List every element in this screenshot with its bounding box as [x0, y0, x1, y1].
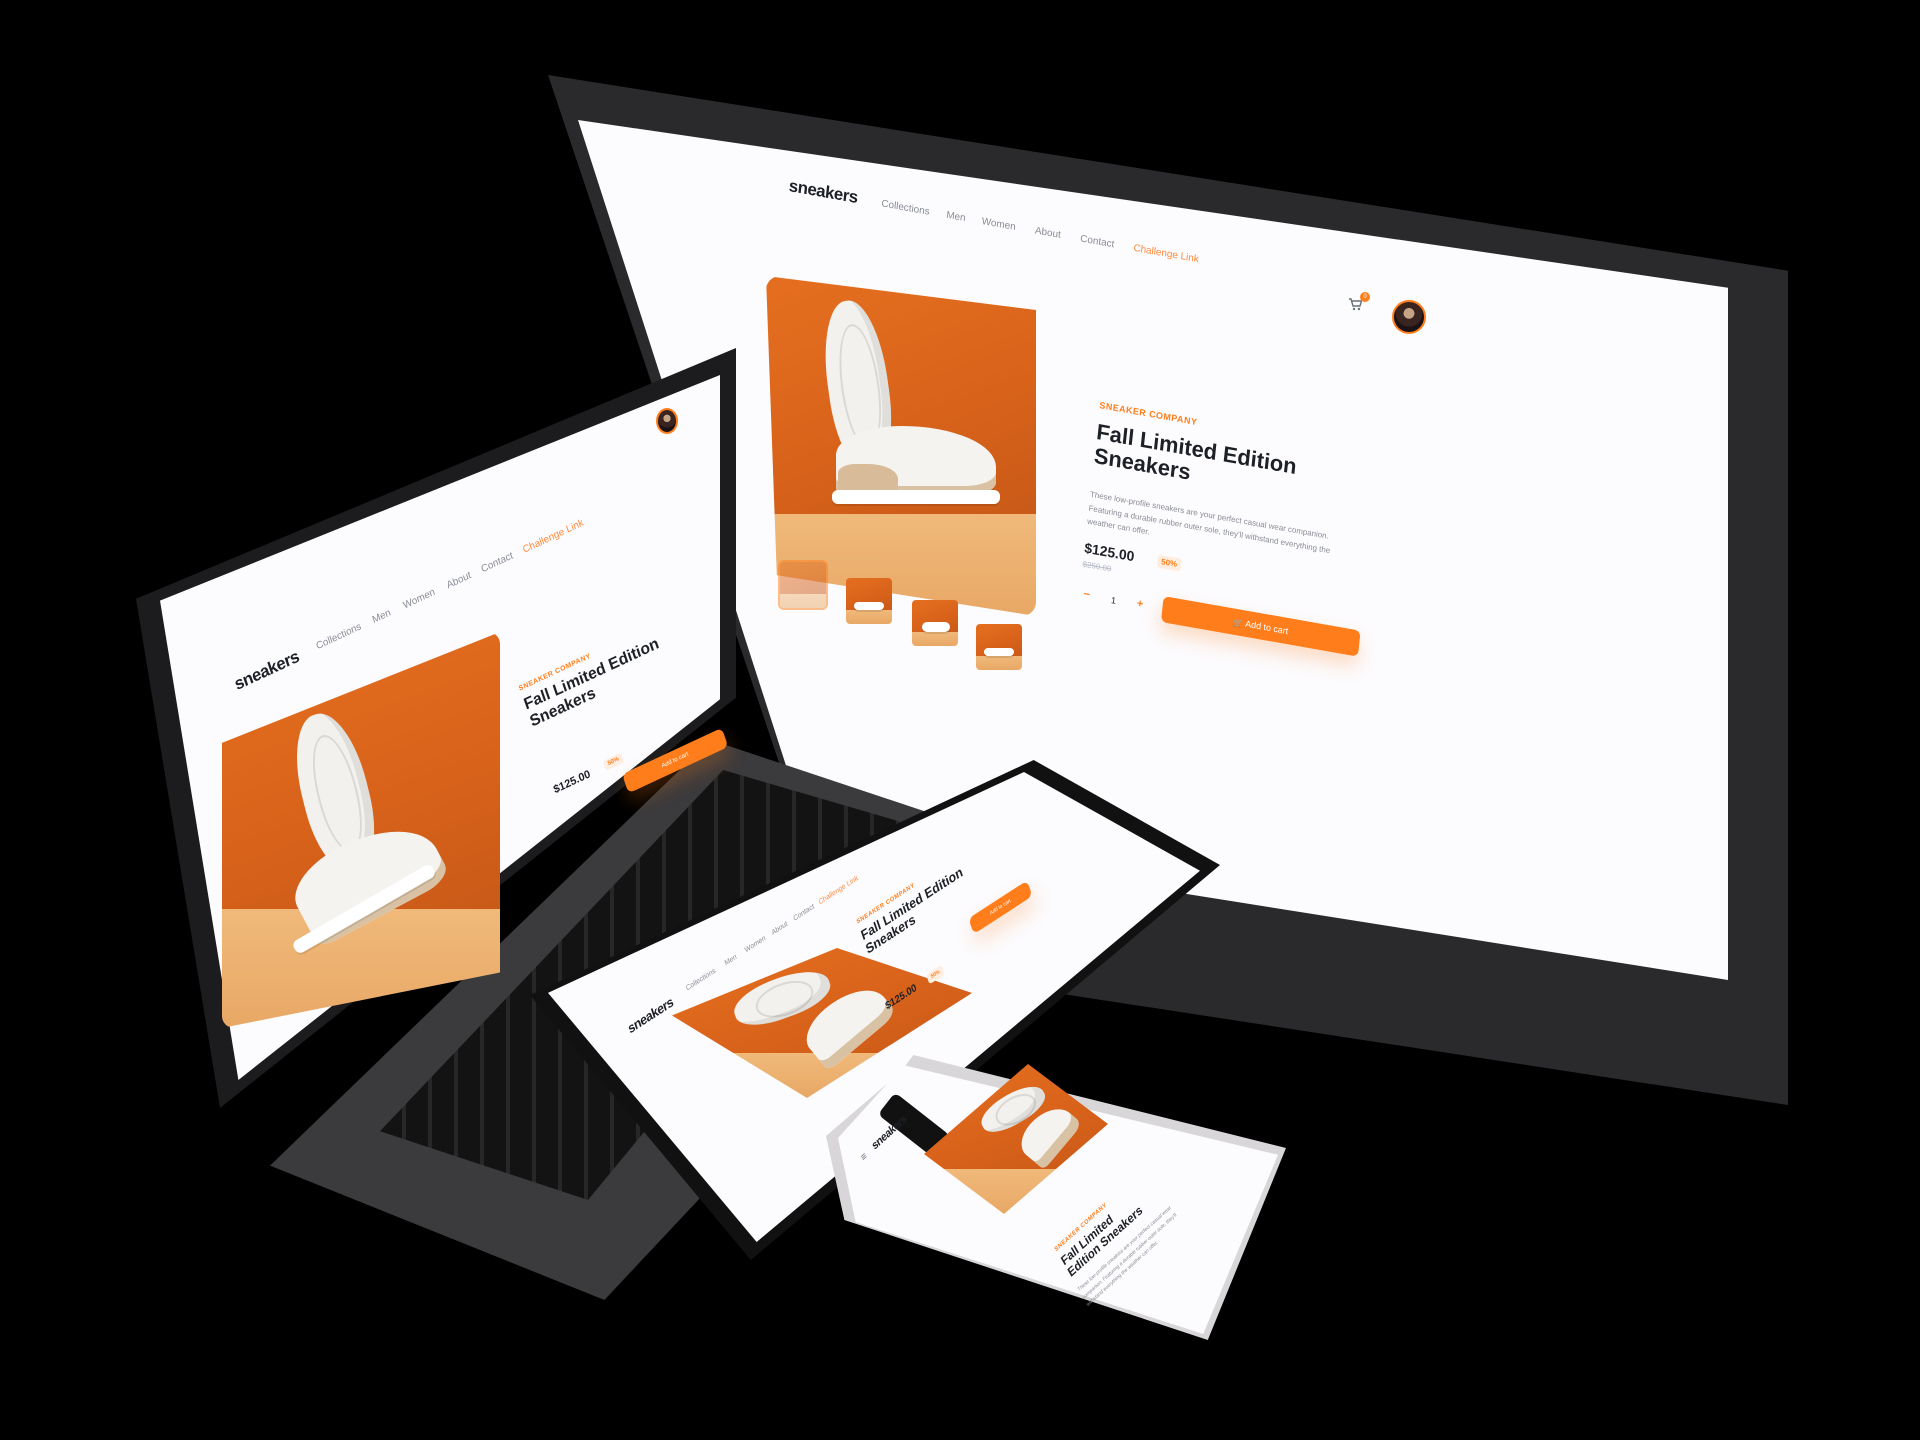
quantity-minus-button[interactable]: − — [1083, 588, 1091, 601]
laptop-add-to-cart-label: Add to cart — [661, 751, 690, 770]
thumbnail-2[interactable] — [846, 578, 892, 624]
thumbnail-4[interactable] — [976, 624, 1022, 670]
quantity-value: 1 — [1110, 594, 1117, 606]
quantity-plus-button[interactable]: + — [1136, 597, 1144, 610]
laptop-user-avatar[interactable] — [656, 408, 678, 434]
add-to-cart-label: Add to cart — [1244, 618, 1289, 637]
cart-button[interactable]: 0 — [1348, 292, 1370, 316]
user-avatar[interactable] — [1392, 300, 1426, 334]
thumbnail-3[interactable] — [912, 600, 958, 646]
thumbnail-1[interactable] — [778, 560, 828, 610]
cart-count-badge: 0 — [1360, 292, 1370, 302]
cart-icon — [1349, 298, 1363, 311]
